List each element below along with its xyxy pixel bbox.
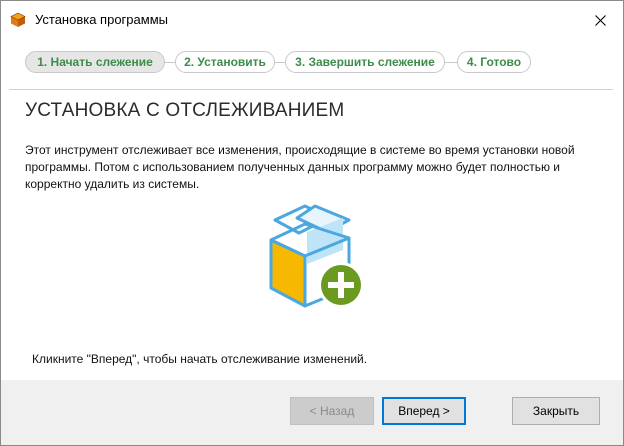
- page-title: УСТАНОВКА С ОТСЛЕЖИВАНИЕМ: [25, 100, 345, 121]
- close-button[interactable]: [577, 1, 623, 39]
- step-label: 2. Установить: [184, 55, 266, 69]
- step-start-tracking: 1. Начать слежение: [25, 51, 165, 73]
- next-button[interactable]: Вперед >: [382, 397, 466, 425]
- wizard-steps: 1. Начать слежение 2. Установить 3. Заве…: [1, 39, 623, 89]
- close-icon: [594, 14, 606, 26]
- app-box-icon: [10, 12, 26, 27]
- step-label: 4. Готово: [466, 55, 522, 69]
- step-connector: [275, 62, 285, 63]
- button-bar: < Назад Вперед > Закрыть: [1, 380, 623, 445]
- step-label: 3. Завершить слежение: [295, 55, 435, 69]
- hint-text: Кликните "Вперед", чтобы начать отслежив…: [32, 352, 368, 366]
- window-title: Установка программы: [35, 12, 168, 27]
- content-panel: УСТАНОВКА С ОТСЛЕЖИВАНИЕМ Этот инструмен…: [9, 89, 613, 381]
- step-connector: [445, 62, 457, 63]
- description-text: Этот инструмент отслеживает все изменени…: [25, 143, 575, 191]
- step-done: 4. Готово: [457, 51, 531, 73]
- box-with-plus-icon: [269, 204, 364, 308]
- step-connector: [165, 62, 175, 63]
- title-bar: Установка программы: [1, 1, 623, 39]
- close-dialog-button[interactable]: Закрыть: [512, 397, 600, 425]
- step-install: 2. Установить: [175, 51, 275, 73]
- back-button[interactable]: < Назад: [290, 397, 374, 425]
- installer-window: Установка программы 1. Начать слежение 2…: [0, 0, 624, 446]
- step-finish-tracking: 3. Завершить слежение: [285, 51, 445, 73]
- step-label: 1. Начать слежение: [37, 55, 153, 69]
